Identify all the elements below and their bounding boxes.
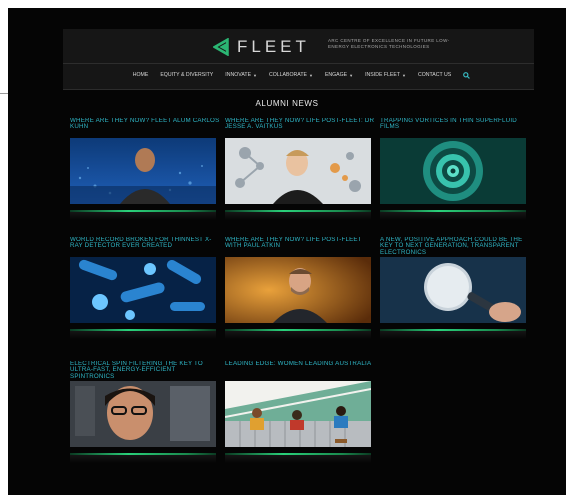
article-thumbnail[interactable]: [225, 138, 371, 204]
article-thumbnail[interactable]: [70, 138, 216, 204]
nav-item-contact-us[interactable]: CONTACT US: [418, 72, 451, 78]
article-thumbnail[interactable]: [70, 257, 216, 323]
card-shadow: [70, 212, 216, 220]
card-shadow: [225, 331, 371, 339]
main-nav: HOME EQUITY & DIVERSITY INNOVATE ▼ COLLAB…: [63, 69, 534, 81]
browser-page: FLEET ARC CENTRE OF EXCELLENCE IN FUTURE…: [8, 8, 566, 495]
article-title-link[interactable]: A NEW, POSITIVE APPROACH COULD BE THE KE…: [380, 237, 530, 257]
site-header: FLEET ARC CENTRE OF EXCELLENCE IN FUTURE…: [63, 29, 534, 90]
chevron-down-icon: ▼: [402, 72, 406, 78]
article-thumbnail[interactable]: [380, 257, 526, 323]
nav-item-home[interactable]: HOME: [133, 72, 149, 78]
article-card[interactable]: A NEW, POSITIVE APPROACH COULD BE THE KE…: [380, 237, 530, 339]
nav-item-label: ENGAGE: [324, 72, 348, 78]
page-title: ALUMNI NEWS: [255, 99, 319, 108]
article-card[interactable]: ELECTRICAL SPIN FILTERING THE KEY TO ULT…: [70, 361, 220, 463]
fleet-logo-icon: [213, 38, 229, 56]
search-icon[interactable]: [463, 71, 471, 79]
nav-item-collaborate[interactable]: COLLABORATE ▼: [269, 72, 313, 78]
article-title-link[interactable]: WHERE ARE THEY NOW? LIFE POST-FLEET: DR …: [225, 118, 375, 138]
card-shadow: [380, 212, 526, 220]
nav-item-inside-fleet[interactable]: INSIDE FLEET ▼: [365, 72, 406, 78]
article-thumbnail[interactable]: [70, 381, 216, 447]
article-title-link[interactable]: WORLD RECORD BROKEN FOR THINNEST X-RAY D…: [70, 237, 220, 257]
logo-wordmark: FLEET: [237, 37, 310, 56]
card-shadow: [225, 212, 371, 220]
article-card[interactable]: WHERE ARE THEY NOW? LIFE POST-FLEET WITH…: [225, 237, 375, 339]
chevron-down-icon: ▼: [253, 72, 257, 78]
nav-item-label: CONTACT US: [417, 72, 452, 78]
article-thumbnail[interactable]: [380, 138, 526, 204]
article-card[interactable]: WHERE ARE THEY NOW? FLEET ALUM CARLOS KU…: [70, 118, 220, 220]
chevron-down-icon: ▼: [349, 72, 354, 78]
nav-item-engage[interactable]: ENGAGE ▼: [325, 72, 353, 78]
nav-item-label: INNOVATE: [225, 72, 252, 78]
header-divider: [63, 63, 534, 64]
nav-item-equity-diversity[interactable]: EQUITY & DIVERSITY: [160, 72, 213, 78]
article-thumbnail[interactable]: [225, 381, 371, 447]
card-shadow: [70, 331, 216, 339]
page-edge-line: [0, 93, 8, 94]
nav-item-label: COLLABORATE: [269, 72, 307, 78]
article-card[interactable]: WHERE ARE THEY NOW? LIFE POST-FLEET: DR …: [225, 118, 375, 220]
card-shadow: [225, 455, 371, 463]
nav-item-label: INSIDE FLEET: [365, 72, 400, 78]
nav-item-innovate[interactable]: INNOVATE ▼: [225, 72, 257, 78]
article-title-link[interactable]: WHERE ARE THEY NOW? FLEET ALUM CARLOS KU…: [70, 118, 220, 138]
site-tagline: ARC CENTRE OF EXCELLENCE IN FUTURE LOW-E…: [328, 38, 450, 49]
article-thumbnail[interactable]: [225, 257, 371, 323]
article-title-link[interactable]: LEADING EDGE: WOMEN LEADING AUSTRALIA: [225, 361, 375, 381]
article-title-link[interactable]: WHERE ARE THEY NOW? LIFE POST-FLEET WITH…: [225, 237, 375, 257]
chevron-down-icon: ▼: [308, 72, 313, 78]
article-title-link[interactable]: ELECTRICAL SPIN FILTERING THE KEY TO ULT…: [70, 361, 220, 381]
card-shadow: [70, 455, 216, 463]
article-card[interactable]: LEADING EDGE: WOMEN LEADING AUSTRALIA: [225, 361, 375, 463]
article-card[interactable]: TRAPPING VORTICES IN THIN SUPERFLUID FIL…: [380, 118, 530, 220]
nav-item-label: HOME: [132, 72, 149, 78]
article-card[interactable]: WORLD RECORD BROKEN FOR THINNEST X-RAY D…: [70, 237, 220, 339]
site-logo[interactable]: FLEET: [213, 37, 310, 57]
card-shadow: [380, 331, 526, 339]
article-title-link[interactable]: TRAPPING VORTICES IN THIN SUPERFLUID FIL…: [380, 118, 530, 138]
nav-item-label: EQUITY & DIVERSITY: [160, 72, 214, 78]
